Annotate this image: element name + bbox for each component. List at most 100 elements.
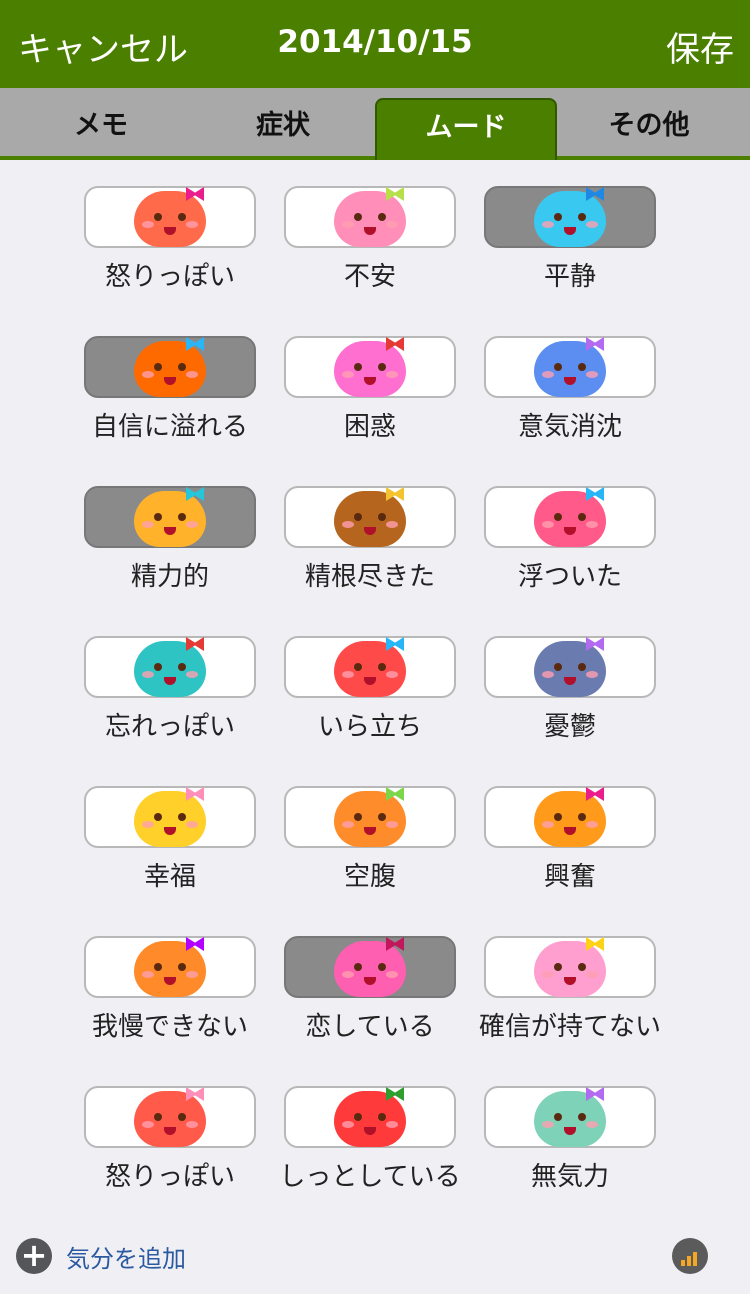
tab-mood[interactable]: ムード: [375, 98, 557, 160]
mood-face-icon: [334, 1087, 406, 1147]
page-title: 2014/10/15: [277, 24, 473, 60]
mood-button[interactable]: [284, 1086, 456, 1148]
mood-label: 無気力: [530, 1162, 609, 1192]
mood-face-icon: [134, 1087, 206, 1147]
mood-item: いら立ち: [280, 610, 460, 742]
mood-face-icon: [534, 487, 606, 547]
bow-icon: [386, 937, 404, 951]
mood-item: 怒りっぽい: [80, 160, 260, 292]
bow-icon: [186, 937, 204, 951]
mood-face-icon: [334, 937, 406, 997]
save-button[interactable]: 保存: [666, 22, 734, 71]
mood-face-icon: [334, 187, 406, 247]
mood-face-icon: [534, 787, 606, 847]
mood-button[interactable]: [84, 1086, 256, 1148]
mood-button[interactable]: [484, 486, 656, 548]
mood-label: 確信が持てない: [478, 1012, 661, 1042]
tab-symptoms[interactable]: 症状: [192, 98, 374, 160]
mood-label: 意気消沈: [517, 412, 622, 442]
mood-face-icon: [534, 1087, 606, 1147]
mood-face-icon: [334, 637, 406, 697]
bow-icon: [586, 487, 604, 501]
mood-item: 不安: [280, 160, 460, 292]
mood-button[interactable]: [484, 636, 656, 698]
bow-icon: [386, 637, 404, 651]
bow-icon: [186, 337, 204, 351]
mood-item: 忘れっぽい: [80, 610, 260, 742]
tab-other[interactable]: その他: [558, 98, 740, 160]
mood-button[interactable]: [84, 186, 256, 248]
mood-button[interactable]: [284, 486, 456, 548]
mood-button[interactable]: [84, 786, 256, 848]
mood-item: 精根尽きた: [280, 460, 460, 592]
mood-face-icon: [534, 337, 606, 397]
mood-item: 無気力: [480, 1060, 660, 1192]
mood-item: 確信が持てない: [479, 910, 661, 1042]
mood-button[interactable]: [284, 636, 456, 698]
mood-face-icon: [334, 337, 406, 397]
bow-icon: [186, 1087, 204, 1101]
navigation-bar: キャンセル 2014/10/15 保存: [0, 0, 750, 88]
mood-button[interactable]: [84, 336, 256, 398]
tab-memo[interactable]: メモ: [10, 98, 192, 160]
mood-face-icon: [334, 787, 406, 847]
add-mood-label: 気分を追加: [66, 1244, 186, 1273]
mood-button[interactable]: [84, 486, 256, 548]
bow-icon: [586, 187, 604, 201]
mood-label: 平静: [543, 262, 596, 292]
mood-item: 意気消沈: [480, 310, 660, 442]
mood-face-icon: [134, 337, 206, 397]
bow-icon: [386, 337, 404, 351]
mood-face-icon: [534, 637, 606, 697]
mood-item: 恋している: [280, 910, 460, 1042]
mood-face-icon: [534, 937, 606, 997]
plus-circle-icon: +: [16, 1238, 52, 1274]
bow-icon: [586, 787, 604, 801]
mood-item: 困惑: [280, 310, 460, 442]
bow-icon: [586, 337, 604, 351]
mood-button[interactable]: [484, 786, 656, 848]
bow-icon: [586, 637, 604, 651]
mood-face-icon: [134, 637, 206, 697]
bar-chart-icon[interactable]: [672, 1238, 708, 1274]
mood-item: 精力的: [80, 460, 260, 592]
mood-button[interactable]: [484, 336, 656, 398]
mood-item: 空腹: [280, 760, 460, 892]
bow-icon: [186, 187, 204, 201]
mood-button[interactable]: [484, 186, 656, 248]
bow-icon: [586, 1087, 604, 1101]
add-mood-button[interactable]: + 気分を追加: [16, 1236, 186, 1276]
mood-button[interactable]: [84, 936, 256, 998]
mood-button[interactable]: [284, 336, 456, 398]
mood-face-icon: [134, 787, 206, 847]
mood-button[interactable]: [284, 786, 456, 848]
mood-label: 浮ついた: [517, 562, 622, 592]
mood-face-icon: [534, 187, 606, 247]
mood-button[interactable]: [484, 1086, 656, 1148]
mood-button[interactable]: [284, 936, 456, 998]
mood-button[interactable]: [484, 936, 656, 998]
mood-label: 憂鬱: [543, 712, 596, 742]
mood-item: 自信に溢れる: [80, 310, 260, 442]
mood-face-icon: [134, 487, 206, 547]
mood-item: 憂鬱: [480, 610, 660, 742]
bow-icon: [586, 937, 604, 951]
mood-item: 平静: [480, 160, 660, 292]
mood-item: 我慢できない: [80, 910, 260, 1042]
bow-icon: [186, 787, 204, 801]
mood-item: 怒りっぽい: [80, 1060, 260, 1192]
mood-label: 興奮: [543, 862, 596, 892]
bow-icon: [186, 637, 204, 651]
mood-item: 浮ついた: [480, 460, 660, 592]
mood-button[interactable]: [284, 186, 456, 248]
mood-button[interactable]: [84, 636, 256, 698]
mood-item: しっとしている: [279, 1060, 461, 1192]
tab-bar: メモ 症状 ムード その他: [0, 88, 750, 160]
bow-icon: [386, 787, 404, 801]
bow-icon: [386, 187, 404, 201]
bow-icon: [386, 1087, 404, 1101]
mood-item: 興奮: [480, 760, 660, 892]
bow-icon: [386, 487, 404, 501]
mood-face-icon: [134, 937, 206, 997]
mood-face-icon: [134, 187, 206, 247]
